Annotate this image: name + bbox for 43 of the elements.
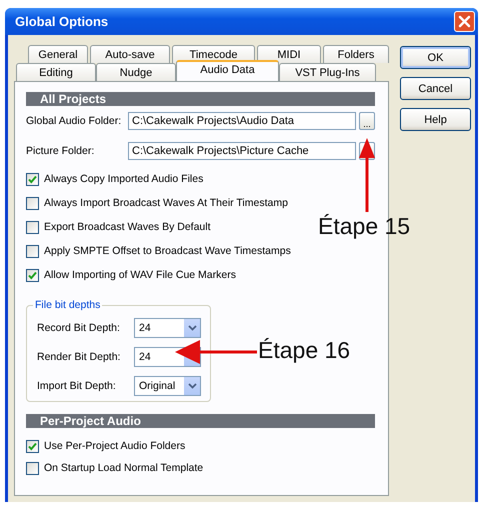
field-label: Picture Folder:: [26, 145, 96, 157]
checkbox[interactable]: [26, 172, 39, 186]
checkbox-label: On Startup Load Normal Template: [44, 462, 204, 474]
close-button[interactable]: [454, 11, 475, 32]
folder-field[interactable]: C:\Cakewalk Projects\Picture Cache: [128, 142, 356, 160]
browse-button[interactable]: ...: [359, 112, 375, 130]
checkbox[interactable]: [26, 462, 39, 474]
section-title: All Projects: [40, 92, 106, 106]
folder-field[interactable]: C:\Cakewalk Projects\Audio Data: [128, 112, 356, 130]
checkbox[interactable]: [26, 268, 39, 282]
tab[interactable]: MIDI: [257, 45, 321, 63]
checkbox-label: Always Copy Imported Audio Files: [44, 173, 204, 185]
dialog-button[interactable]: OK: [400, 46, 471, 69]
section-title: Per-Project Audio: [40, 414, 141, 428]
tab[interactable]: General: [28, 45, 88, 63]
step-label: Étape 15: [318, 213, 410, 240]
checkbox-label: Use Per-Project Audio Folders: [44, 440, 186, 452]
field-label: Global Audio Folder:: [26, 115, 122, 127]
dialog-button[interactable]: Cancel: [400, 77, 471, 100]
tab[interactable]: VST Plug-Ins: [279, 63, 376, 81]
group-title: File bit depths: [34, 299, 102, 311]
dropdown[interactable]: 24: [134, 318, 201, 338]
checkbox[interactable]: [26, 244, 39, 258]
checkbox-label: Always Import Broadcast Waves At Their Timestamp: [44, 197, 288, 209]
dropdown[interactable]: Original: [134, 376, 201, 396]
window-title: Global Options: [15, 14, 108, 29]
checkbox-label: Allow Importing of WAV File Cue Markers: [44, 269, 236, 281]
checkbox[interactable]: [26, 440, 39, 452]
checkbox-label: Apply SMPTE Offset to Broadcast Wave Timestamps: [44, 245, 291, 257]
checkbox[interactable]: [26, 220, 39, 234]
dropdown-label: Record Bit Depth:: [37, 322, 121, 334]
tab[interactable]: Auto-save: [90, 45, 170, 63]
dropdown-label: Import Bit Depth:: [37, 380, 117, 392]
checkbox[interactable]: [26, 196, 39, 210]
tab[interactable]: Nudge: [96, 63, 176, 81]
dropdown-label: Render Bit Depth:: [37, 350, 122, 362]
close-icon: [458, 15, 471, 28]
tab[interactable]: Editing: [16, 63, 96, 81]
tab[interactable]: Audio Data: [176, 60, 279, 81]
step-label: Étape 16: [258, 337, 350, 364]
checkbox-label: Export Broadcast Waves By Default: [44, 221, 211, 233]
dialog-button[interactable]: Help: [400, 108, 471, 131]
tab[interactable]: Folders: [323, 45, 389, 63]
